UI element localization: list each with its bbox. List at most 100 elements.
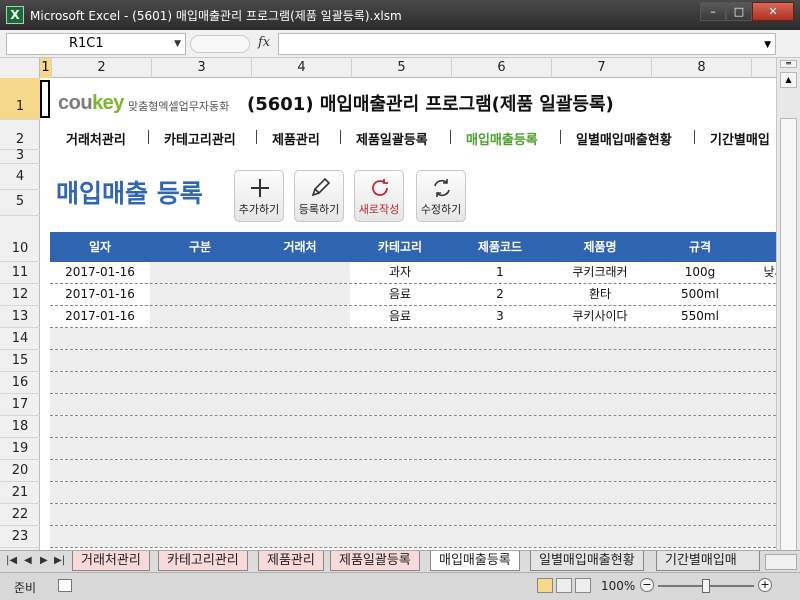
table-row[interactable] xyxy=(50,438,776,460)
cell-type[interactable] xyxy=(150,372,250,393)
nav-item-purchase-sales[interactable]: 매입매출등록 xyxy=(466,129,538,148)
cell-spec[interactable] xyxy=(650,372,750,393)
column-header[interactable]: 7 xyxy=(552,58,652,78)
row-header[interactable]: 19 xyxy=(0,438,40,460)
nav-item-bulk-products[interactable]: 제품일괄등록 xyxy=(356,129,428,148)
table-row[interactable]: 2017-01-16 음료 2 환타 500ml xyxy=(50,284,776,306)
cell-product-code[interactable] xyxy=(450,482,550,503)
cell-spec[interactable] xyxy=(650,526,750,547)
cell-category[interactable] xyxy=(350,372,450,393)
cell-date[interactable] xyxy=(50,526,150,547)
cell-type[interactable] xyxy=(150,394,250,415)
cell-account[interactable] xyxy=(250,350,350,371)
cell-category[interactable] xyxy=(350,328,450,349)
cell-product-name[interactable] xyxy=(550,328,650,349)
cell-account[interactable] xyxy=(250,504,350,525)
sheet-tab[interactable]: 거래처관리 xyxy=(72,551,150,571)
row-header[interactable]: 21 xyxy=(0,482,40,504)
scroll-up-button[interactable]: ▲ xyxy=(780,72,797,88)
tab-next-icon[interactable]: ▶ xyxy=(40,555,48,566)
cell-extra[interactable] xyxy=(750,372,776,393)
cell-date[interactable]: 2017-01-16 xyxy=(50,284,150,305)
cell-category[interactable]: 음료 xyxy=(350,284,450,305)
cell-product-name[interactable]: 쿠키사이다 xyxy=(550,306,650,327)
nav-item-products[interactable]: 제품관리 xyxy=(272,129,320,148)
cell-product-code[interactable] xyxy=(450,328,550,349)
cell-date[interactable] xyxy=(50,438,150,459)
cell-spec[interactable] xyxy=(650,460,750,481)
cell-product-name[interactable] xyxy=(550,350,650,371)
tab-last-icon[interactable]: ▶| xyxy=(54,555,65,566)
cell-category[interactable] xyxy=(350,460,450,481)
page-layout-view-icon[interactable] xyxy=(556,578,572,593)
chevron-down-icon[interactable]: ▼ xyxy=(174,34,181,54)
row-header[interactable]: 4 xyxy=(0,164,40,190)
cell-account[interactable] xyxy=(250,482,350,503)
table-row[interactable] xyxy=(50,350,776,372)
row-header[interactable]: 23 xyxy=(0,526,40,548)
cell-product-code[interactable] xyxy=(450,526,550,547)
cell-account[interactable] xyxy=(250,438,350,459)
horizontal-scroll-handle[interactable] xyxy=(765,554,797,570)
sheet-tab[interactable]: 기간별매입매 xyxy=(656,551,760,571)
column-header[interactable]: 1 xyxy=(40,58,52,78)
row-header[interactable]: 15 xyxy=(0,350,40,372)
table-row[interactable] xyxy=(50,526,776,548)
cell-extra[interactable] xyxy=(750,284,776,305)
table-row[interactable]: 2017-01-16 과자1쿠키크래커100g낮세가 xyxy=(50,262,776,284)
cell-product-code[interactable] xyxy=(450,460,550,481)
cell-category[interactable] xyxy=(350,416,450,437)
cell-category[interactable] xyxy=(350,504,450,525)
cell-spec[interactable] xyxy=(650,482,750,503)
cell-product-code[interactable] xyxy=(450,394,550,415)
cell-extra[interactable]: 낮세가 xyxy=(750,262,776,283)
sheet-tab[interactable]: 제품관리 xyxy=(258,551,324,571)
cell-product-name[interactable] xyxy=(550,460,650,481)
cell-product-name[interactable] xyxy=(550,438,650,459)
table-row[interactable] xyxy=(50,416,776,438)
cell-product-code[interactable] xyxy=(450,350,550,371)
cell-date[interactable] xyxy=(50,482,150,503)
cell-account[interactable] xyxy=(250,328,350,349)
zoom-out-icon[interactable]: − xyxy=(640,578,654,592)
cell-spec[interactable]: 500ml xyxy=(650,284,750,305)
cell-category[interactable] xyxy=(350,438,450,459)
table-row[interactable] xyxy=(50,394,776,416)
cell-spec[interactable] xyxy=(650,350,750,371)
cell-spec[interactable] xyxy=(650,328,750,349)
cell-type[interactable] xyxy=(150,350,250,371)
nav-item-accounts[interactable]: 거래처관리 xyxy=(66,129,126,148)
cell-product-name[interactable] xyxy=(550,416,650,437)
cell-product-name[interactable]: 환타 xyxy=(550,284,650,305)
page-break-view-icon[interactable] xyxy=(575,578,591,593)
formula-input[interactable]: ▼ xyxy=(278,33,776,55)
cell-spec[interactable]: 100g xyxy=(650,262,750,283)
column-header[interactable]: 5 xyxy=(352,58,452,78)
add-button[interactable]: 추가하기 xyxy=(234,170,284,222)
normal-view-icon[interactable] xyxy=(537,578,553,593)
sheet-tab-active[interactable]: 매입매출등록 xyxy=(430,551,520,571)
cell-type[interactable] xyxy=(150,482,250,503)
cell-type[interactable] xyxy=(150,284,250,305)
cell-account[interactable] xyxy=(250,416,350,437)
cell-category[interactable]: 음료 xyxy=(350,306,450,327)
column-header[interactable]: 3 xyxy=(152,58,252,78)
cell-date[interactable] xyxy=(50,504,150,525)
zoom-in-icon[interactable]: + xyxy=(758,578,772,592)
cell-product-code[interactable] xyxy=(450,372,550,393)
cell-product-name[interactable] xyxy=(550,394,650,415)
cell-date[interactable] xyxy=(50,328,150,349)
cell-extra[interactable] xyxy=(750,394,776,415)
column-header[interactable]: 4 xyxy=(252,58,352,78)
cell-spec[interactable] xyxy=(650,438,750,459)
sheet-tab[interactable]: 일별매입매출현황 xyxy=(530,551,644,571)
cell-extra[interactable] xyxy=(750,306,776,327)
nav-item-daily-status[interactable]: 일별매입매출현황 xyxy=(576,129,672,148)
cell-type[interactable] xyxy=(150,526,250,547)
row-header[interactable]: 10 xyxy=(0,216,40,262)
cell-category[interactable] xyxy=(350,482,450,503)
expand-formula-icon[interactable]: ▼ xyxy=(764,40,771,50)
cell-category[interactable] xyxy=(350,394,450,415)
cell-product-code[interactable]: 2 xyxy=(450,284,550,305)
cell-product-code[interactable] xyxy=(450,438,550,459)
